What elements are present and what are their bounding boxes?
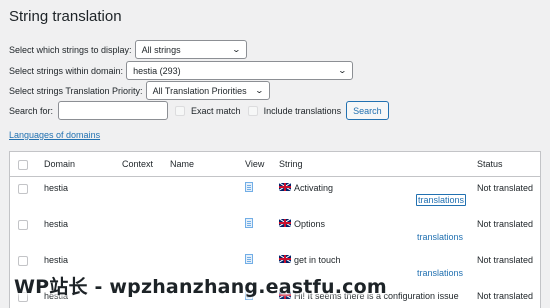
column-header-domain[interactable]: Domain	[44, 159, 75, 169]
translations-link[interactable]: translations	[416, 194, 467, 206]
column-header-context[interactable]: Context	[122, 159, 153, 169]
display-filter-select[interactable]: All strings ⌄	[134, 40, 247, 59]
priority-filter-row: Select strings Translation Priority: All…	[9, 81, 270, 100]
domain-filter-label: Select strings within domain:	[9, 65, 124, 76]
column-header-status[interactable]: Status	[477, 159, 503, 169]
display-filter-value: All strings	[141, 44, 181, 55]
chevron-down-icon: ⌄	[254, 86, 264, 95]
priority-filter-value: All Translation Priorities	[152, 85, 247, 96]
translations-link[interactable]: translations	[417, 232, 463, 242]
domain-filter-value: hestia (293)	[133, 65, 181, 76]
chevron-down-icon: ⌄	[231, 45, 241, 54]
row-checkbox[interactable]	[18, 256, 28, 266]
row-checkbox[interactable]	[18, 184, 28, 194]
select-all-checkbox[interactable]	[18, 160, 28, 170]
display-filter-label: Select which strings to display:	[9, 44, 132, 55]
column-header-string[interactable]: String	[279, 159, 303, 169]
display-filter-row: Select which strings to display: All str…	[9, 40, 247, 59]
row-domain: hestia	[44, 183, 69, 193]
include-translations-checkbox[interactable]	[247, 105, 258, 116]
row-domain: hestia	[44, 255, 69, 265]
search-button[interactable]: Search	[346, 101, 389, 120]
exact-match-checkbox[interactable]	[175, 105, 186, 116]
row-string: Activating	[294, 183, 334, 193]
row-status: Not translated	[477, 183, 534, 193]
domain-filter-row: Select strings within domain: hestia (29…	[9, 61, 354, 80]
languages-of-domains-link[interactable]: Languages of domains	[9, 130, 100, 140]
table-header: Domain Context Name View String Status	[10, 152, 540, 177]
table-row: hestia Options translations Not translat…	[10, 213, 540, 249]
domain-filter-select[interactable]: hestia (293) ⌄	[126, 61, 354, 80]
document-icon[interactable]	[245, 218, 253, 228]
row-string: Options	[294, 219, 326, 229]
include-translations-label: Include translations	[263, 105, 342, 116]
uk-flag-icon	[279, 255, 291, 263]
chevron-down-icon: ⌄	[338, 66, 348, 75]
row-string: get in touch	[294, 255, 341, 265]
column-header-name[interactable]: Name	[170, 159, 194, 169]
priority-filter-select[interactable]: All Translation Priorities ⌄	[145, 81, 270, 100]
uk-flag-icon	[279, 219, 291, 227]
uk-flag-icon	[279, 183, 291, 191]
row-checkbox[interactable]	[18, 220, 28, 230]
priority-filter-label: Select strings Translation Priority:	[9, 85, 143, 96]
search-input[interactable]	[58, 101, 169, 120]
row-status: Not translated	[477, 219, 534, 229]
row-domain: hestia	[44, 219, 69, 229]
column-header-view: View	[245, 159, 265, 169]
languages-of-domains-link-wrap: Languages of domains	[9, 130, 100, 140]
document-icon[interactable]	[245, 254, 253, 264]
document-icon[interactable]	[245, 182, 253, 192]
exact-match-label: Exact match	[191, 105, 241, 116]
page-title: String translation	[9, 8, 122, 25]
search-label: Search for:	[9, 105, 54, 116]
table-row: hestia Activating translations Not trans…	[10, 177, 540, 213]
row-status: Not translated	[477, 255, 534, 265]
watermark: WP站长 - wpzhanzhang.eastfu.com	[14, 276, 387, 298]
search-row: Search for: Exact match Include translat…	[9, 101, 389, 120]
